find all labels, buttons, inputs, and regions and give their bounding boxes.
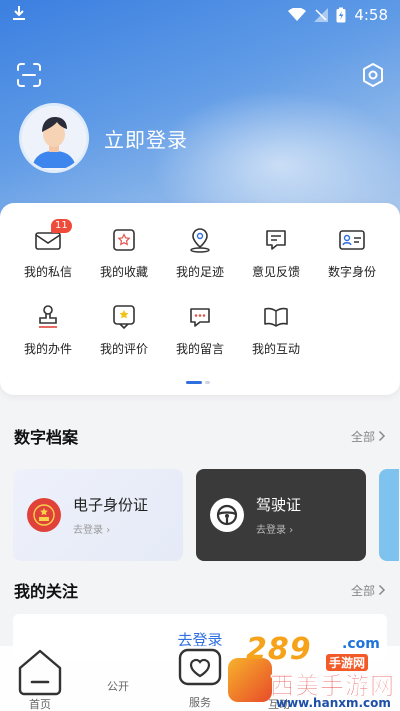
location-pin-icon bbox=[190, 228, 210, 253]
unread-badge: 11 bbox=[51, 219, 72, 233]
next-archive-card-peek[interactable] bbox=[379, 469, 399, 561]
feature-label: 我的互动 bbox=[251, 342, 300, 356]
feature-my-cases[interactable]: 我的办件 bbox=[10, 302, 86, 357]
watermark-number: 289 bbox=[246, 632, 312, 667]
id-card-archive[interactable]: 电子身份证 去登录 › bbox=[13, 469, 183, 561]
book-icon bbox=[264, 307, 288, 327]
profile-area[interactable]: 立即登录 bbox=[22, 106, 188, 170]
section-title: 我的关注 bbox=[14, 582, 79, 601]
avatar[interactable] bbox=[22, 106, 86, 170]
feature-feedback[interactable]: 意见反馈 bbox=[238, 225, 314, 280]
chevron-right-icon: › bbox=[106, 525, 111, 536]
tab-label: 首页 bbox=[29, 698, 51, 711]
tab-label: 公开 bbox=[107, 680, 129, 693]
feature-footprints[interactable]: 我的足迹 bbox=[162, 225, 238, 280]
scan-icon bbox=[17, 63, 41, 87]
site-watermark: 289 .com 手游网 西美手游网 www.hanxm.com bbox=[226, 632, 396, 711]
settings-button[interactable] bbox=[358, 60, 388, 90]
tab-public[interactable]: 公开 bbox=[107, 676, 129, 694]
status-time: 4:58 bbox=[354, 6, 388, 24]
login-link[interactable]: 立即登录 bbox=[104, 124, 188, 153]
watermark-domain: .com bbox=[342, 636, 380, 652]
card-login-link[interactable]: 去登录 › bbox=[256, 521, 301, 536]
feature-my-interactions[interactable]: 我的互动 bbox=[238, 302, 314, 357]
see-all-label: 全部 bbox=[350, 429, 375, 444]
heart-service-icon bbox=[178, 648, 222, 686]
card-title: 电子身份证 bbox=[73, 496, 149, 514]
status-bar: 4:58 bbox=[0, 0, 400, 30]
driver-license-archive[interactable]: 驾驶证 去登录 › bbox=[196, 469, 366, 561]
feature-label: 我的评价 bbox=[99, 342, 148, 356]
gear-icon bbox=[363, 63, 383, 87]
tab-label: 服务 bbox=[189, 696, 211, 709]
features-card: 11 我的私信 我的收藏 我的足迹 意见反馈 数字身份 我的办件 我的评价 我的… bbox=[0, 203, 400, 395]
see-all-archive-link[interactable]: 全部 bbox=[351, 428, 386, 445]
wifi-icon bbox=[288, 8, 307, 22]
feature-label: 我的私信 bbox=[23, 265, 72, 279]
feature-my-ratings[interactable]: 我的评价 bbox=[86, 302, 162, 357]
digital-archive-header: 数字档案 全部 bbox=[14, 424, 386, 448]
chevron-right-icon bbox=[378, 584, 386, 596]
rating-icon bbox=[113, 305, 135, 330]
feature-private-messages[interactable]: 11 我的私信 bbox=[10, 219, 86, 280]
feature-digital-identity[interactable]: 数字身份 bbox=[314, 225, 390, 280]
see-all-follow-link[interactable]: 全部 bbox=[351, 582, 386, 599]
steering-wheel-icon bbox=[210, 498, 244, 532]
feature-label: 数字身份 bbox=[327, 265, 376, 279]
page-dot bbox=[205, 381, 210, 384]
feature-my-messages[interactable]: 我的留言 bbox=[162, 302, 238, 357]
card-login-link[interactable]: 去登录 › bbox=[73, 521, 148, 536]
feature-label: 我的办件 bbox=[23, 342, 72, 356]
download-icon bbox=[12, 5, 26, 25]
tab-home[interactable]: 首页 bbox=[14, 646, 66, 711]
national-emblem-icon bbox=[27, 498, 61, 532]
chevron-right-icon: › bbox=[289, 525, 294, 536]
feature-label: 我的留言 bbox=[175, 342, 224, 356]
stamp-icon bbox=[39, 305, 57, 328]
chevron-right-icon bbox=[378, 430, 386, 442]
page-indicator bbox=[186, 381, 210, 384]
battery-charging-icon bbox=[336, 7, 346, 23]
tab-service[interactable]: 服务 bbox=[176, 646, 224, 710]
see-all-label: 全部 bbox=[350, 583, 375, 598]
message-icon bbox=[190, 308, 210, 327]
feature-label: 我的足迹 bbox=[175, 265, 224, 279]
page-dot-active bbox=[186, 381, 202, 384]
card-title: 驾驶证 bbox=[256, 496, 302, 514]
signal-icon bbox=[314, 8, 329, 22]
scan-button[interactable] bbox=[14, 60, 44, 90]
my-follow-header: 我的关注 全部 bbox=[14, 578, 386, 602]
home-icon bbox=[18, 649, 62, 696]
section-title: 数字档案 bbox=[14, 428, 79, 447]
feature-favorites[interactable]: 我的收藏 bbox=[86, 225, 162, 280]
star-icon bbox=[113, 229, 135, 251]
feedback-icon bbox=[266, 230, 286, 250]
id-card-icon bbox=[339, 230, 365, 250]
feature-label: 我的收藏 bbox=[99, 265, 148, 279]
feature-label: 意见反馈 bbox=[251, 265, 300, 279]
archive-cards: 电子身份证 去登录 › 驾驶证 去登录 › bbox=[13, 469, 400, 561]
watermark-url: www.hanxm.com bbox=[276, 696, 391, 710]
